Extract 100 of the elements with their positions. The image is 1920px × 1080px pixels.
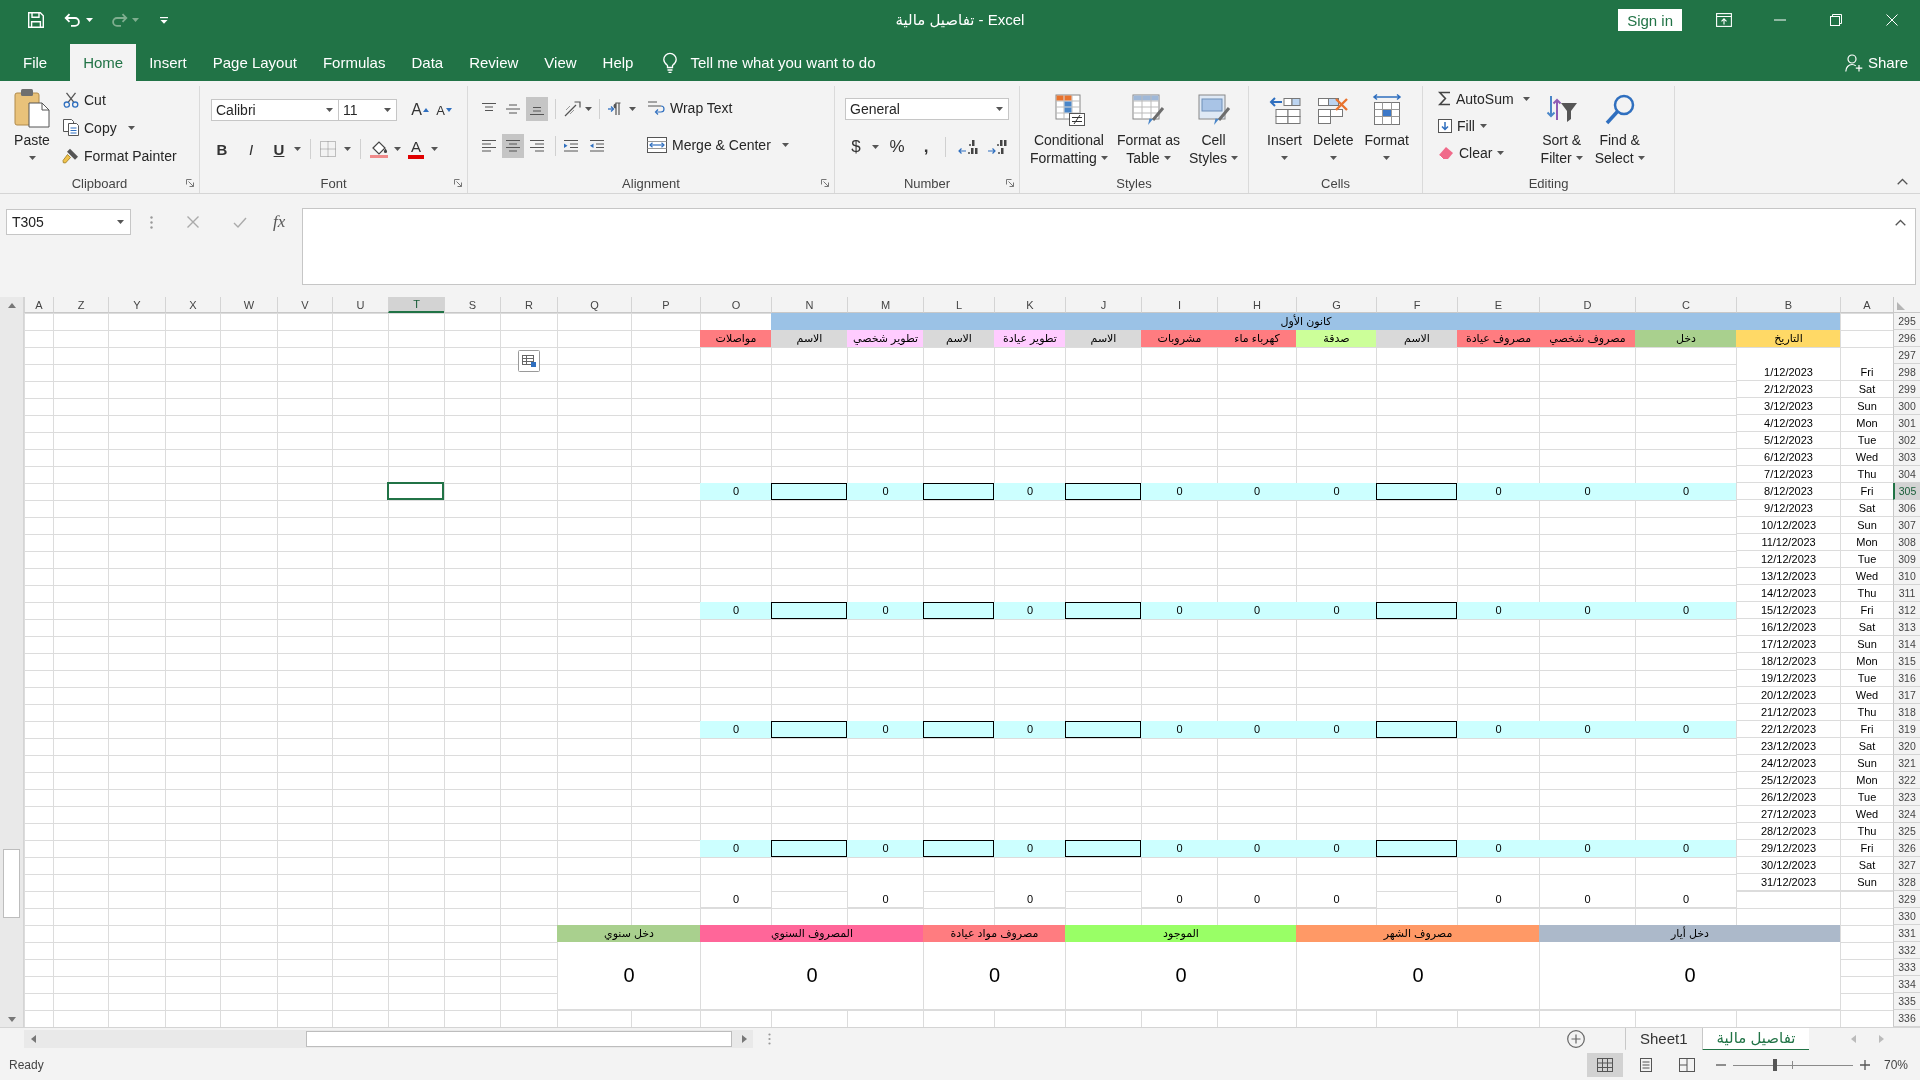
name-box[interactable]: T305 <box>6 209 131 235</box>
scroll-down-icon[interactable] <box>7 1016 16 1022</box>
underline-button[interactable]: U <box>268 137 290 161</box>
column-header[interactable]: N <box>771 297 847 313</box>
menu-tab[interactable]: View <box>531 44 590 81</box>
zoom-percent[interactable]: 70% <box>1883 1058 1908 1072</box>
percent-button[interactable]: % <box>886 135 908 159</box>
collapse-ribbon-icon[interactable] <box>1897 178 1908 185</box>
wrap-text-button[interactable]: Wrap Text <box>644 96 792 120</box>
row-header[interactable]: 319 <box>1893 721 1920 738</box>
bold-button[interactable]: B <box>211 137 233 161</box>
column-header[interactable]: T <box>388 297 444 313</box>
column-header[interactable]: C <box>1635 297 1736 313</box>
caret-icon[interactable] <box>86 18 93 22</box>
fill-bucket-icon[interactable] <box>370 140 388 158</box>
row-header[interactable]: 327 <box>1893 857 1920 874</box>
row-header[interactable]: 306 <box>1893 500 1920 517</box>
row-header[interactable]: 295 <box>1893 313 1920 330</box>
scrollbar-thumb[interactable] <box>306 1031 732 1047</box>
find-select-button[interactable]: Find & Select <box>1590 86 1649 167</box>
row-header[interactable]: 334 <box>1893 976 1920 993</box>
column-header[interactable]: F <box>1376 297 1457 313</box>
column-header[interactable]: Y <box>108 297 165 313</box>
column-header[interactable]: A <box>24 297 53 313</box>
cut-button[interactable]: Cut <box>60 88 180 111</box>
row-header[interactable]: 318 <box>1893 704 1920 721</box>
row-header[interactable]: 311 <box>1893 585 1920 602</box>
row-header[interactable]: 326 <box>1893 840 1920 857</box>
dialog-launcher-icon[interactable] <box>1006 179 1014 187</box>
horizontal-scrollbar[interactable] <box>24 1030 753 1048</box>
italic-button[interactable]: I <box>240 137 262 161</box>
undo-icon[interactable] <box>64 13 82 27</box>
comma-style-button[interactable]: , <box>915 135 937 159</box>
column-header[interactable]: K <box>994 297 1065 313</box>
row-header[interactable]: 322 <box>1893 772 1920 789</box>
zoom-slider-thumb[interactable] <box>1772 1059 1777 1071</box>
grow-font-button[interactable]: A <box>409 98 431 122</box>
column-header[interactable]: E <box>1457 297 1539 313</box>
cell-styles-button[interactable]: Cell Styles <box>1184 86 1243 167</box>
column-header[interactable]: Q <box>557 297 631 313</box>
normal-view-button[interactable] <box>1586 1053 1623 1077</box>
row-header[interactable]: 308 <box>1893 534 1920 551</box>
tell-me-field[interactable]: Tell me what you want to do <box>663 44 876 81</box>
row-header[interactable]: 302 <box>1893 432 1920 449</box>
menu-tab[interactable]: Home <box>70 44 137 81</box>
column-header[interactable]: I <box>1141 297 1217 313</box>
insert-function-button[interactable]: fx <box>273 212 286 232</box>
sort-filter-button[interactable]: Sort & Filter <box>1536 86 1587 167</box>
menu-tab[interactable]: Insert <box>136 44 200 81</box>
row-header[interactable]: 324 <box>1893 806 1920 823</box>
increase-indent-icon[interactable] <box>563 139 579 153</box>
ribbon-display-icon[interactable] <box>1716 13 1732 27</box>
merge-center-button[interactable]: Merge & Center <box>644 133 792 157</box>
row-header[interactable]: 335 <box>1893 993 1920 1010</box>
scroll-right-icon[interactable] <box>741 1035 747 1043</box>
font-size-dropdown[interactable]: 11 <box>338 99 397 121</box>
angled-text-icon[interactable] <box>563 101 581 117</box>
row-header[interactable]: 316 <box>1893 670 1920 687</box>
column-header[interactable]: X <box>165 297 220 313</box>
row-header[interactable]: 305 <box>1893 483 1920 500</box>
column-header[interactable]: O <box>700 297 771 313</box>
restore-icon[interactable] <box>1830 14 1842 26</box>
customize-toolbar-icon[interactable] <box>160 16 168 24</box>
check-icon[interactable] <box>233 216 247 228</box>
row-header[interactable]: 315 <box>1893 653 1920 670</box>
scroll-up-icon[interactable] <box>7 302 16 308</box>
collapse-formula-bar-icon[interactable] <box>1895 219 1906 226</box>
row-header[interactable]: 330 <box>1893 908 1920 925</box>
menu-tab[interactable]: Page Layout <box>199 44 310 81</box>
scrollbar-thumb[interactable] <box>3 849 20 918</box>
vertical-dots-icon[interactable] <box>768 1033 771 1045</box>
row-header[interactable]: 325 <box>1893 823 1920 840</box>
delete-button[interactable]: Delete <box>1309 86 1358 167</box>
row-header[interactable]: 332 <box>1893 942 1920 959</box>
row-header[interactable]: 307 <box>1893 517 1920 534</box>
column-header[interactable]: A <box>1840 297 1893 313</box>
column-header[interactable]: V <box>277 297 332 313</box>
row-header[interactable]: 299 <box>1893 381 1920 398</box>
row-header[interactable]: 329 <box>1893 891 1920 908</box>
sign-in-button[interactable]: Sign in <box>1618 9 1682 31</box>
menu-tab[interactable]: Review <box>456 44 532 81</box>
row-header[interactable]: 296 <box>1893 330 1920 347</box>
clear-button[interactable]: Clear <box>1435 141 1533 164</box>
add-sheet-icon[interactable] <box>1567 1030 1585 1048</box>
row-header[interactable]: 303 <box>1893 449 1920 466</box>
column-header[interactable]: P <box>631 297 700 313</box>
sheet-tab[interactable]: تفاصيل مالية <box>1701 1027 1810 1051</box>
shrink-font-button[interactable]: A <box>433 98 455 122</box>
row-header[interactable]: 309 <box>1893 551 1920 568</box>
row-header[interactable]: 313 <box>1893 619 1920 636</box>
fill-button[interactable]: Fill <box>1435 114 1533 137</box>
row-header[interactable]: 301 <box>1893 415 1920 432</box>
row-header[interactable]: 314 <box>1893 636 1920 653</box>
menu-tab[interactable]: Help <box>589 44 647 81</box>
dialog-launcher-icon[interactable] <box>821 179 829 187</box>
column-header[interactable]: U <box>332 297 388 313</box>
column-header[interactable]: S <box>444 297 500 313</box>
copy-button[interactable]: Copy <box>60 116 180 139</box>
row-header[interactable]: 333 <box>1893 959 1920 976</box>
column-header[interactable]: W <box>220 297 277 313</box>
